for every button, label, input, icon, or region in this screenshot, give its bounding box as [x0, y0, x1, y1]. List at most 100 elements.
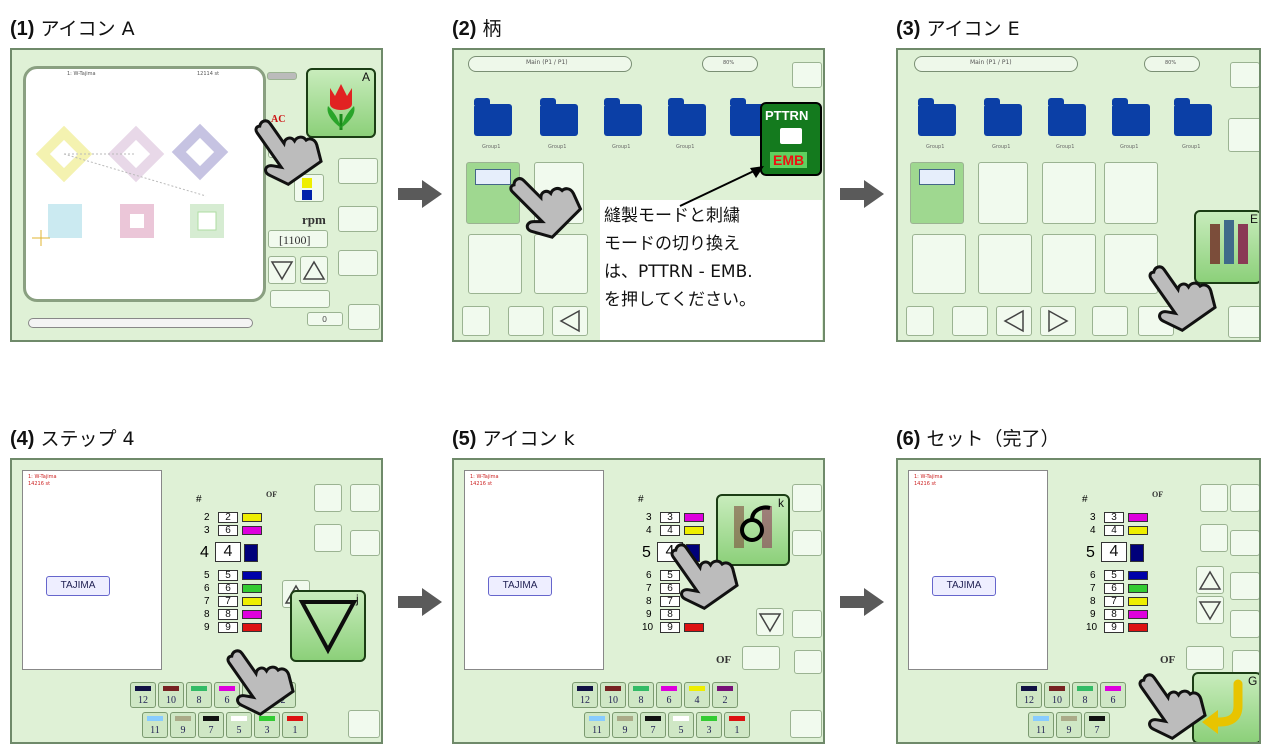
needle-num-row4[interactable]: 5 [218, 570, 238, 581]
enter-icon[interactable] [790, 710, 822, 738]
needle-btn-6[interactable]: 6 [656, 682, 682, 708]
bottom-nav-1[interactable] [906, 306, 934, 336]
side-icon-b[interactable] [1230, 572, 1259, 600]
frame-icon[interactable] [270, 290, 330, 308]
folder-icon-4[interactable] [1112, 98, 1150, 136]
pattern-thumb-4[interactable] [1104, 162, 1158, 224]
bottom-nav-prev[interactable] [996, 306, 1032, 336]
bottom-nav-prev[interactable] [552, 306, 588, 336]
side-icon-spools[interactable] [792, 530, 822, 556]
pattern-thumb-3[interactable] [1042, 162, 1096, 224]
bottom-nav-1[interactable] [462, 306, 490, 336]
needle-num-row7[interactable]: 8 [1104, 609, 1124, 620]
needle-num-row6[interactable]: 7 [218, 596, 238, 607]
pattern-thumb-2[interactable] [978, 162, 1028, 224]
step-up-button[interactable] [1196, 566, 1224, 594]
needle-btn-10[interactable]: 10 [158, 682, 184, 708]
needle-btn-8[interactable]: 8 [628, 682, 654, 708]
side-return-icon[interactable] [792, 62, 822, 88]
side-icon-spools[interactable] [1230, 530, 1259, 556]
pattern-thumb-5[interactable] [912, 234, 966, 294]
side-return-icon[interactable] [1230, 62, 1259, 88]
color-change-icon[interactable] [794, 650, 822, 674]
side-icon-b[interactable] [338, 206, 378, 232]
trim-icon[interactable] [742, 646, 780, 670]
needle-num-current[interactable]: 4 [1101, 542, 1127, 562]
needle-btn-2[interactable]: 2 [712, 682, 738, 708]
side-icon-c[interactable] [1230, 610, 1259, 638]
needle-num-row1[interactable]: 3 [660, 512, 680, 523]
side-icon-color[interactable] [1200, 524, 1228, 552]
needle-btn-12[interactable]: 12 [1016, 682, 1042, 708]
needle-btn-7[interactable]: 7 [640, 712, 666, 738]
needle-btn-4[interactable]: 4 [684, 682, 710, 708]
machine-icon-top[interactable] [267, 72, 297, 80]
side-icon-tulip[interactable] [1228, 306, 1259, 338]
needle-btn-7[interactable]: 7 [1084, 712, 1110, 738]
needle-num-row5[interactable]: 6 [1104, 583, 1124, 594]
pattern-thumb-6[interactable] [978, 234, 1032, 294]
needle-num-row8[interactable]: 9 [1104, 622, 1124, 633]
enter-icon[interactable] [348, 710, 380, 738]
speed-down-button[interactable] [268, 256, 296, 284]
needle-num-row4[interactable]: 5 [1104, 570, 1124, 581]
side-return-icon[interactable] [792, 484, 822, 512]
needle-btn-6[interactable]: 6 [1100, 682, 1126, 708]
needle-btn-3[interactable]: 3 [696, 712, 722, 738]
needle-btn-8[interactable]: 8 [186, 682, 212, 708]
side-icon-a[interactable] [338, 158, 378, 184]
bottom-nav-5[interactable] [1092, 306, 1128, 336]
folder-icon-5[interactable] [1174, 98, 1212, 136]
pttrn-side-icon[interactable] [1228, 118, 1259, 152]
needle-btn-12[interactable]: 12 [130, 682, 156, 708]
needle-num-current[interactable]: 4 [215, 542, 241, 562]
needle-btn-9[interactable]: 9 [612, 712, 638, 738]
needle-btn-11[interactable]: 11 [584, 712, 610, 738]
folder-icon-2[interactable] [540, 98, 578, 136]
needle-num-row1[interactable]: 3 [1104, 512, 1124, 523]
needle-num-row1[interactable]: 2 [218, 512, 238, 523]
needle-num-row2[interactable]: 4 [1104, 525, 1124, 536]
needle-btn-9[interactable]: 9 [1056, 712, 1082, 738]
folder-icon-4[interactable] [668, 98, 706, 136]
needle-btn-10[interactable]: 10 [1044, 682, 1070, 708]
needle-num-row5[interactable]: 6 [218, 583, 238, 594]
speed-value[interactable]: [1100] [268, 230, 328, 248]
needle-num-row8[interactable]: 9 [660, 622, 680, 633]
needle-btn-9[interactable]: 9 [170, 712, 196, 738]
pattern-thumb-selected[interactable] [910, 162, 964, 224]
needle-btn-8[interactable]: 8 [1072, 682, 1098, 708]
side-icon-frame[interactable] [314, 484, 342, 512]
needle-num-row7[interactable]: 8 [218, 609, 238, 620]
side-icon-frame[interactable] [1200, 484, 1228, 512]
side-icon-spools[interactable] [350, 530, 380, 556]
step-down-button[interactable] [1196, 596, 1224, 624]
needle-num-row6[interactable]: 7 [1104, 596, 1124, 607]
needle-btn-5[interactable]: 5 [668, 712, 694, 738]
needle-num-row2[interactable]: 6 [218, 525, 238, 536]
needle-btn-12[interactable]: 12 [572, 682, 598, 708]
pttrn-emb-button[interactable]: PTTRN EMB [760, 102, 822, 176]
side-return-icon[interactable] [1230, 484, 1259, 512]
needle-btn-11[interactable]: 11 [1028, 712, 1054, 738]
folder-icon-2[interactable] [984, 98, 1022, 136]
side-icon-color[interactable] [314, 524, 342, 552]
needle-btn-10[interactable]: 10 [600, 682, 626, 708]
bottom-nav-next[interactable] [1040, 306, 1076, 336]
side-icon-c[interactable] [338, 250, 378, 276]
folder-icon-3[interactable] [604, 98, 642, 136]
color-change-icon[interactable] [1232, 650, 1259, 674]
folder-icon-3[interactable] [1048, 98, 1086, 136]
side-icon-d[interactable] [348, 304, 380, 330]
needle-btn-11[interactable]: 11 [142, 712, 168, 738]
pattern-thumb-7[interactable] [1042, 234, 1096, 294]
counter-box[interactable]: 0 [307, 312, 343, 326]
bottom-nav-2[interactable] [952, 306, 988, 336]
needle-btn-1[interactable]: 1 [724, 712, 750, 738]
needle-num-row8[interactable]: 9 [218, 622, 238, 633]
step-down-button[interactable] [756, 608, 784, 636]
side-return-icon[interactable] [350, 484, 380, 512]
speed-up-button[interactable] [300, 256, 328, 284]
folder-icon-1[interactable] [474, 98, 512, 136]
bottom-nav-2[interactable] [508, 306, 544, 336]
